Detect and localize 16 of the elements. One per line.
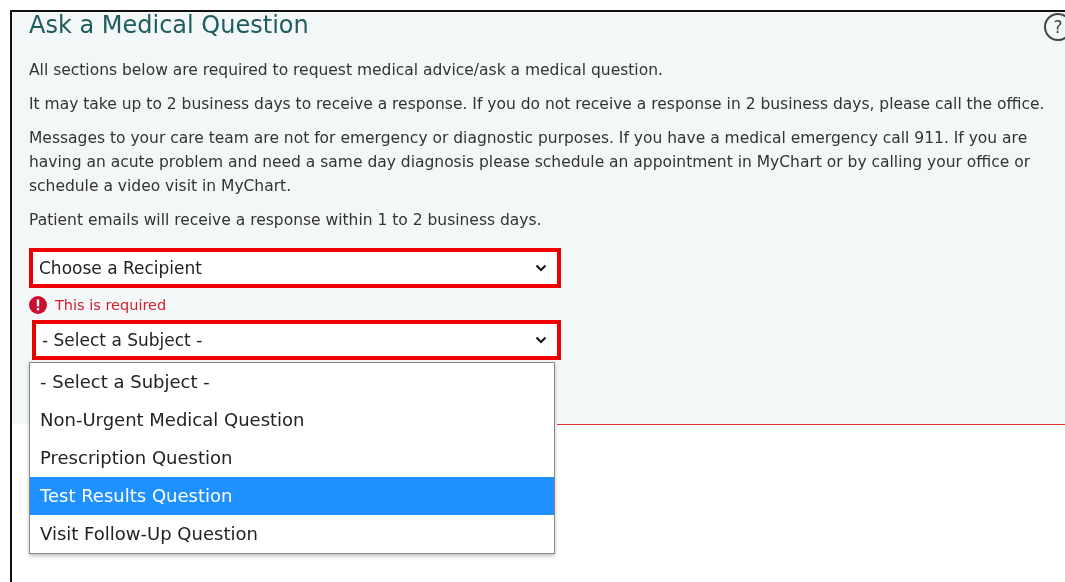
info-paragraph: Patient emails will receive a response within 1 to 2 business days. bbox=[29, 210, 543, 231]
info-paragraph: Messages to your care team are not for emergency or diagnostic purposes. If you have a medical emergency call 911. If you are having an acute problem and need a same day diagnosis please schedule an appointment in MyChart or by calling your office or schedule a video visit in MyChart. bbox=[29, 128, 1032, 197]
info-paragraph: It may take up to 2 business days to receive a response. If you do not receive a response in 2 business days, please call the office. bbox=[29, 94, 1046, 115]
error-icon bbox=[29, 296, 47, 314]
chevron-down-icon bbox=[535, 336, 547, 344]
recipient-select[interactable]: Choose a Recipient bbox=[33, 252, 557, 284]
subject-select[interactable]: - Select a Subject - bbox=[36, 324, 557, 356]
chevron-down-icon bbox=[535, 264, 547, 272]
dropdown-option[interactable]: Non-Urgent Medical Question bbox=[30, 401, 554, 439]
info-paragraph: All sections below are required to request medical advice/ask a medical question. bbox=[29, 60, 664, 81]
error-message: This is required bbox=[55, 297, 167, 313]
dropdown-option[interactable]: - Select a Subject - bbox=[30, 363, 554, 401]
dropdown-option[interactable]: Prescription Question bbox=[30, 439, 554, 477]
page-title: Ask a Medical Question bbox=[29, 12, 309, 38]
dropdown-option[interactable]: Visit Follow-Up Question bbox=[30, 515, 554, 553]
help-icon[interactable]: ? bbox=[1043, 12, 1065, 42]
